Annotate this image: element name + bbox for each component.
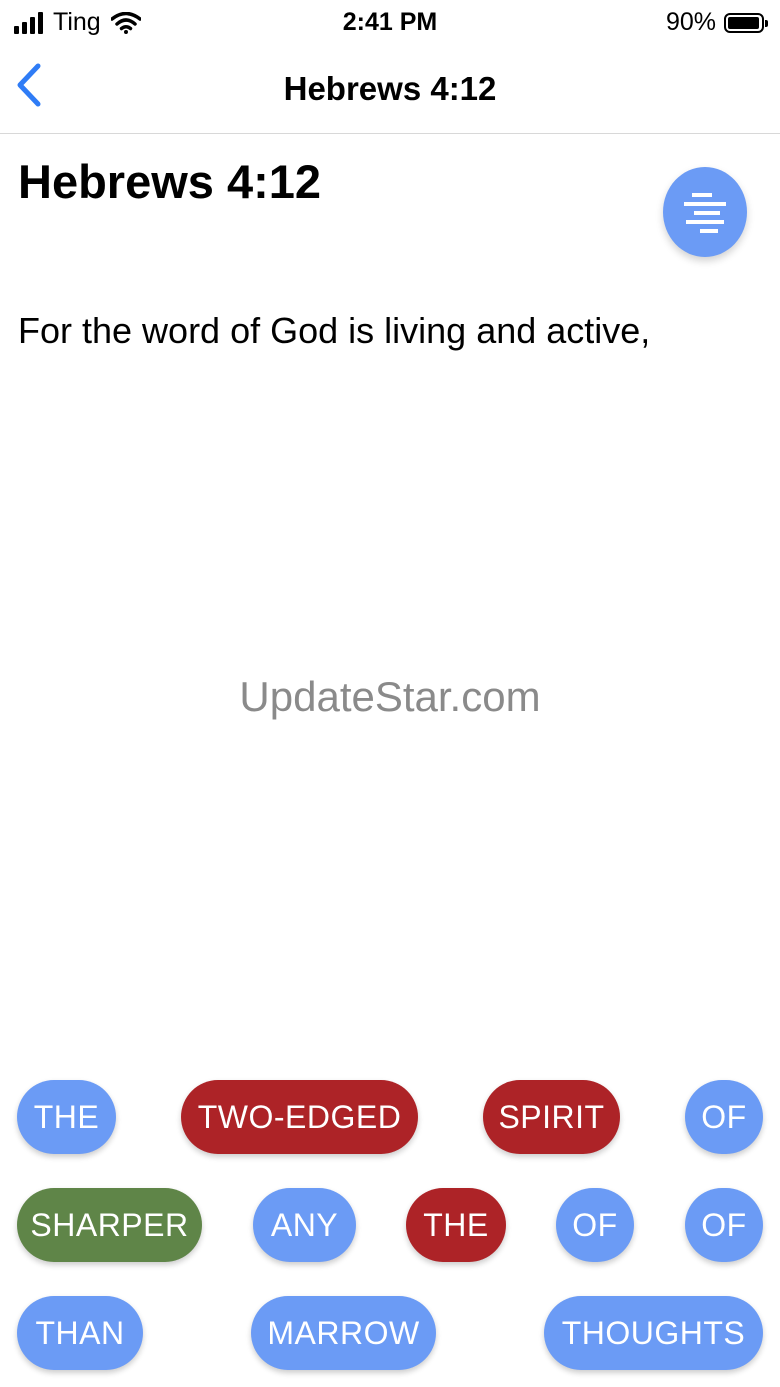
verse-reference: Hebrews 4:12 — [18, 155, 322, 208]
word-chip[interactable]: TWO-EDGED — [181, 1080, 418, 1154]
battery-percent: 90% — [665, 8, 716, 36]
word-chip[interactable]: THE — [406, 1188, 506, 1262]
word-chip[interactable]: THOUGHTS — [544, 1296, 763, 1370]
word-chip[interactable]: ANY — [253, 1188, 356, 1262]
hint-button[interactable] — [663, 167, 747, 257]
word-chip[interactable]: SPIRIT — [483, 1080, 620, 1154]
status-right: 90% — [665, 8, 768, 37]
word-chip[interactable]: SHARPER — [17, 1188, 202, 1262]
word-chip[interactable]: OF — [685, 1080, 763, 1154]
hint-lines-icon — [684, 193, 726, 233]
watermark: UpdateStar.com — [239, 673, 541, 720]
status-bar: Ting 2:41 PM 90% — [0, 0, 780, 44]
word-chip[interactable]: THAN — [17, 1296, 143, 1370]
battery-icon — [724, 12, 768, 33]
navigation-bar: Hebrews 4:12 — [0, 44, 780, 134]
status-time: 2:41 PM — [342, 8, 438, 36]
verse-text: For the word of God is living and active… — [18, 310, 651, 351]
word-chip[interactable]: OF — [685, 1188, 763, 1262]
word-chip[interactable]: THE — [17, 1080, 116, 1154]
nav-title: Hebrews 4:12 — [283, 70, 497, 107]
word-chip[interactable]: OF — [556, 1188, 634, 1262]
word-chip[interactable]: MARROW — [251, 1296, 436, 1370]
